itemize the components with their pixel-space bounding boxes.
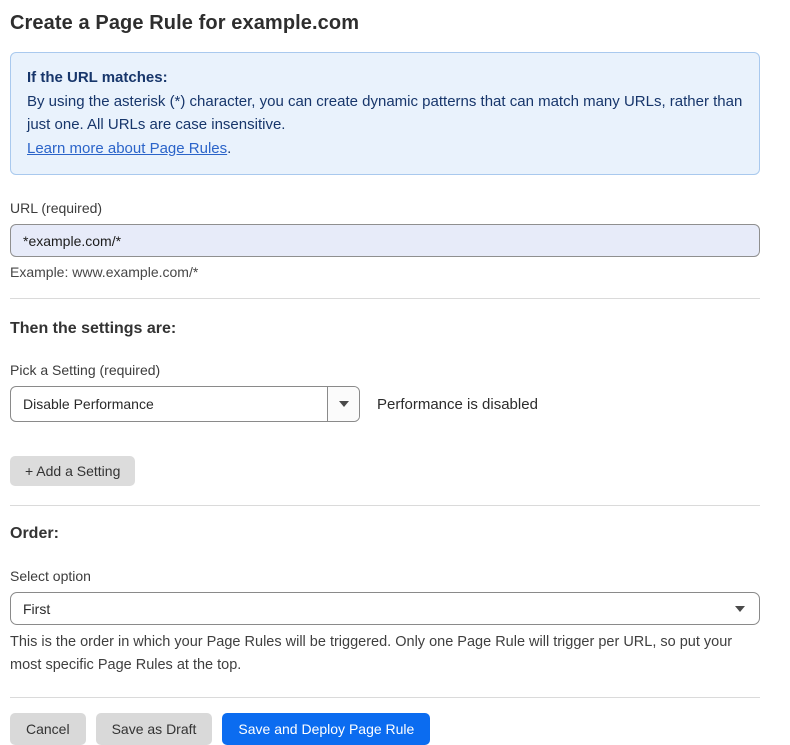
setting-row: Disable Performance Performance is disab… bbox=[10, 386, 760, 422]
setting-select[interactable]: Disable Performance bbox=[10, 386, 360, 422]
info-box-heading: If the URL matches: bbox=[27, 66, 743, 90]
pick-setting-label: Pick a Setting (required) bbox=[10, 362, 760, 378]
link-period: . bbox=[227, 140, 231, 157]
info-box-body: By using the asterisk (*) character, you… bbox=[27, 90, 743, 137]
url-example-text: Example: www.example.com/* bbox=[10, 264, 760, 280]
order-select[interactable]: First bbox=[10, 592, 760, 625]
page-title: Create a Page Rule for example.com bbox=[10, 12, 760, 35]
setting-select-value: Disable Performance bbox=[11, 387, 327, 421]
chevron-down-icon bbox=[735, 606, 745, 612]
footer-actions: Cancel Save as Draft Save and Deploy Pag… bbox=[10, 713, 760, 745]
url-match-info-box: If the URL matches: By using the asteris… bbox=[10, 52, 760, 175]
cancel-button[interactable]: Cancel bbox=[10, 713, 86, 745]
order-help-text: This is the order in which your Page Rul… bbox=[10, 631, 760, 677]
setting-select-arrow-button[interactable] bbox=[327, 387, 359, 421]
page-rule-form: Create a Page Rule for example.com If th… bbox=[0, 0, 770, 745]
url-field-label: URL (required) bbox=[10, 200, 760, 216]
url-input[interactable] bbox=[10, 224, 760, 257]
divider bbox=[10, 697, 760, 698]
add-setting-button[interactable]: + Add a Setting bbox=[10, 456, 135, 486]
chevron-down-icon bbox=[339, 401, 349, 407]
save-and-deploy-button[interactable]: Save and Deploy Page Rule bbox=[222, 713, 430, 745]
divider bbox=[10, 298, 760, 299]
order-select-label: Select option bbox=[10, 568, 760, 584]
learn-more-link[interactable]: Learn more about Page Rules bbox=[27, 140, 227, 157]
order-select-value: First bbox=[23, 601, 50, 617]
divider bbox=[10, 505, 760, 506]
setting-status-text: Performance is disabled bbox=[377, 396, 538, 413]
info-box-link-line: Learn more about Page Rules. bbox=[27, 137, 743, 161]
settings-section-heading: Then the settings are: bbox=[10, 320, 760, 338]
order-section-heading: Order: bbox=[10, 525, 760, 543]
save-as-draft-button[interactable]: Save as Draft bbox=[96, 713, 213, 745]
